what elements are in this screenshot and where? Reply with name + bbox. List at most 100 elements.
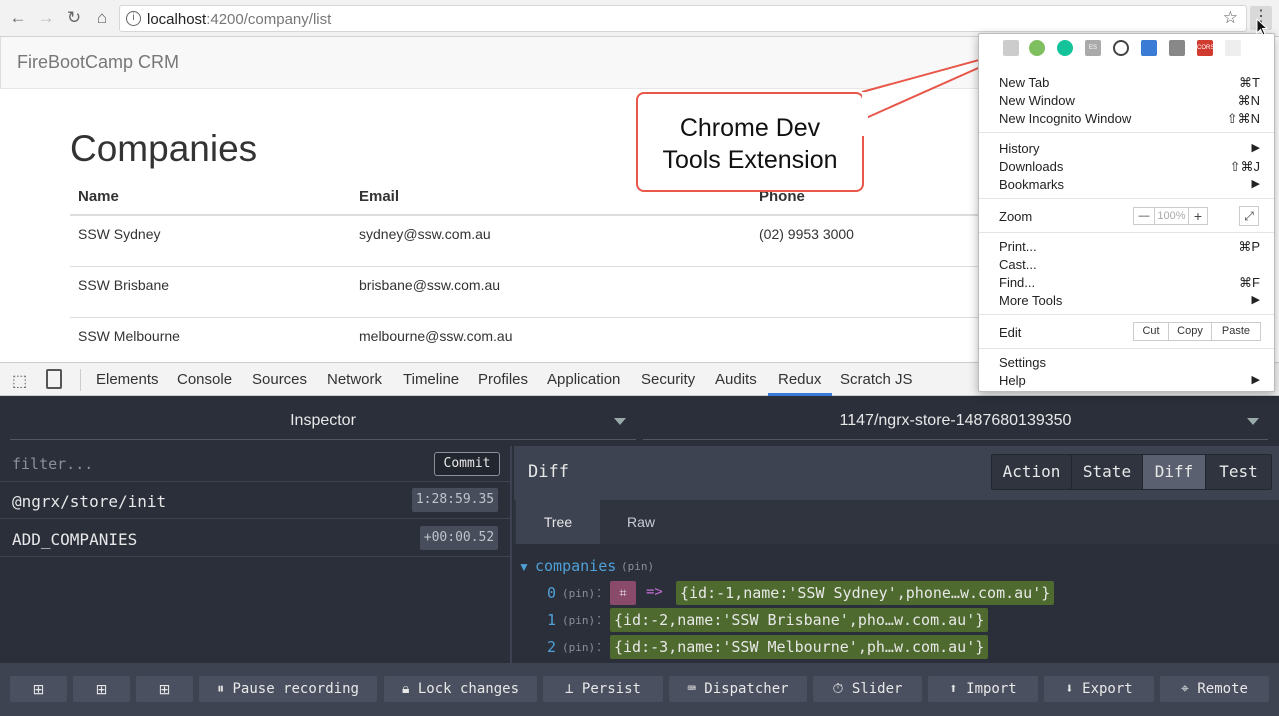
menu-item-zoom: Zoom <box>999 209 1033 224</box>
added-value: {id:-3,name:'SSW Melbourne',ph…w.com.au'… <box>610 635 989 659</box>
tab-application[interactable]: Application <box>547 371 620 388</box>
filter-input[interactable]: filter... <box>12 455 93 473</box>
added-value: {id:-1,name:'SSW Sydney',phone…w.com.au'… <box>676 581 1055 605</box>
upload-icon: ⬆ <box>949 681 967 697</box>
tab-state[interactable]: State <box>1072 455 1143 489</box>
reload-icon[interactable]: ↻ <box>64 8 84 28</box>
tools-extension-icon[interactable] <box>1169 40 1185 56</box>
filter-row: filter... Commit <box>0 446 510 482</box>
back-icon[interactable]: ← <box>8 8 28 28</box>
paste-button[interactable]: Paste <box>1212 323 1260 340</box>
pin-label[interactable]: (pin) <box>562 587 595 600</box>
added-value: {id:-2,name:'SSW Brisbane',pho…w.com.au'… <box>610 608 989 632</box>
menu-item-history[interactable]: History <box>999 141 1039 156</box>
dispatcher-button[interactable]: ⌨ Dispatcher <box>669 676 807 702</box>
dock-left-icon[interactable]: ⊞ <box>10 676 67 702</box>
tab-raw[interactable]: Raw <box>600 500 682 544</box>
action-item[interactable]: ADD_COMPANIES +00:00.52 <box>0 520 510 557</box>
dock-bottom-icon[interactable]: ⊞ <box>136 676 193 702</box>
tab-action[interactable]: Action <box>992 455 1072 489</box>
edit-controls: Cut Copy Paste <box>1133 322 1261 341</box>
tab-network[interactable]: Network <box>327 371 382 388</box>
tab-timeline[interactable]: Timeline <box>403 371 459 388</box>
zoom-in-button[interactable]: + <box>1188 208 1207 224</box>
shortcut: ⌘F <box>1239 275 1260 290</box>
tree-index: 0 <box>547 584 557 602</box>
tab-test[interactable]: Test <box>1206 455 1271 489</box>
menu-item-cast[interactable]: Cast... <box>999 257 1037 272</box>
slider-button[interactable]: ⏱ Slider <box>813 676 922 702</box>
bookmark-star-icon[interactable]: ☆ <box>1223 8 1238 28</box>
submenu-arrow-icon: ▶ <box>1251 374 1260 386</box>
q-extension-icon[interactable] <box>1141 40 1157 56</box>
shortcut: ⇧⌘N <box>1226 111 1260 126</box>
tab-sources[interactable]: Sources <box>252 371 307 388</box>
cut-button[interactable]: Cut <box>1134 323 1169 340</box>
address-bar[interactable]: i localhost:4200/company/list ☆ <box>119 5 1247 32</box>
cors-extension-icon[interactable]: CORS <box>1197 40 1214 56</box>
tab-audits[interactable]: Audits <box>715 371 757 388</box>
inspect-element-icon[interactable]: ⬚ <box>12 371 27 391</box>
monitor-select[interactable]: Inspector <box>10 400 636 440</box>
1password-icon[interactable] <box>1113 40 1129 56</box>
tab-diff[interactable]: Diff <box>1143 455 1206 489</box>
export-button[interactable]: ⬇ Export <box>1044 676 1154 702</box>
remote-button[interactable]: ⌖ Remote <box>1160 676 1269 702</box>
tree-index: 1 <box>547 611 557 629</box>
menu-item-new-window[interactable]: New Window <box>999 93 1075 108</box>
tree-key[interactable]: companies <box>535 557 616 575</box>
commit-button[interactable]: Commit <box>434 452 500 476</box>
pin-label[interactable]: (pin) <box>621 560 654 573</box>
menu-item-print[interactable]: Print... <box>999 239 1037 254</box>
menu-item-find[interactable]: Find... <box>999 275 1035 290</box>
pin-label[interactable]: (pin) <box>562 614 595 627</box>
callout-text: Chrome Dev <box>679 114 821 142</box>
dock-right-icon[interactable]: ⊞ <box>73 676 130 702</box>
home-icon[interactable]: ⌂ <box>92 8 112 28</box>
menu-item-bookmarks[interactable]: Bookmarks <box>999 177 1064 192</box>
keyboard-icon: ⌨ <box>687 681 705 697</box>
removed-value-icon: ⌗ <box>610 581 636 605</box>
menu-item-help[interactable]: Help <box>999 373 1026 388</box>
menu-item-incognito[interactable]: New Incognito Window <box>999 111 1131 126</box>
timer-icon: ⏱ <box>832 681 852 697</box>
instance-select[interactable]: 1147/ngrx-store-1487680139350 <box>643 400 1268 440</box>
device-toolbar-icon[interactable] <box>46 369 62 389</box>
app-brand[interactable]: FireBootCamp CRM <box>17 52 179 73</box>
extension-icon[interactable] <box>1003 40 1019 56</box>
pause-recording-button[interactable]: ⏸ Pause recording <box>199 676 377 702</box>
redux-devtools-icon[interactable] <box>1029 40 1045 56</box>
grammarly-icon[interactable] <box>1057 40 1073 56</box>
menu-item-downloads[interactable]: Downloads <box>999 159 1063 174</box>
es-extension-icon[interactable]: ES <box>1085 40 1101 56</box>
tab-redux[interactable]: Redux <box>778 371 821 388</box>
download-icon: ⬇ <box>1065 681 1083 697</box>
tab-scratch-js[interactable]: Scratch JS <box>840 371 913 388</box>
action-item[interactable]: @ngrx/store/init 1:28:59.35 <box>0 482 510 519</box>
import-button[interactable]: ⬆ Import <box>928 676 1038 702</box>
colon: : <box>597 638 602 655</box>
fullscreen-icon[interactable]: ⤢ <box>1239 206 1259 226</box>
tab-security[interactable]: Security <box>641 371 695 388</box>
pin-label[interactable]: (pin) <box>562 641 595 654</box>
extension-icon[interactable] <box>1225 40 1241 56</box>
lock-changes-button[interactable]: 🔒︎ Lock changes <box>384 676 537 702</box>
expand-arrow-icon[interactable]: ▼ <box>518 560 530 574</box>
sub-tabs: Tree Raw <box>514 500 1279 544</box>
info-icon[interactable]: i <box>126 11 141 26</box>
copy-button[interactable]: Copy <box>1169 323 1212 340</box>
tab-console[interactable]: Console <box>177 371 232 388</box>
tab-profiles[interactable]: Profiles <box>478 371 528 388</box>
tab-tree[interactable]: Tree <box>516 500 600 544</box>
persist-button[interactable]: ⊥ Persist <box>543 676 663 702</box>
diff-arrow: => <box>646 584 663 600</box>
menu-item-settings[interactable]: Settings <box>999 355 1046 370</box>
forward-icon[interactable]: → <box>36 8 56 28</box>
zoom-control: — 100% + <box>1133 207 1208 225</box>
zoom-out-button[interactable]: — <box>1134 208 1155 224</box>
menu-item-more-tools[interactable]: More Tools <box>999 293 1062 308</box>
tab-elements[interactable]: Elements <box>96 371 159 388</box>
submenu-arrow-icon: ▶ <box>1251 142 1260 154</box>
table-cell-email: brisbane@ssw.com.au <box>359 277 501 293</box>
menu-item-new-tab[interactable]: New Tab <box>999 75 1049 90</box>
